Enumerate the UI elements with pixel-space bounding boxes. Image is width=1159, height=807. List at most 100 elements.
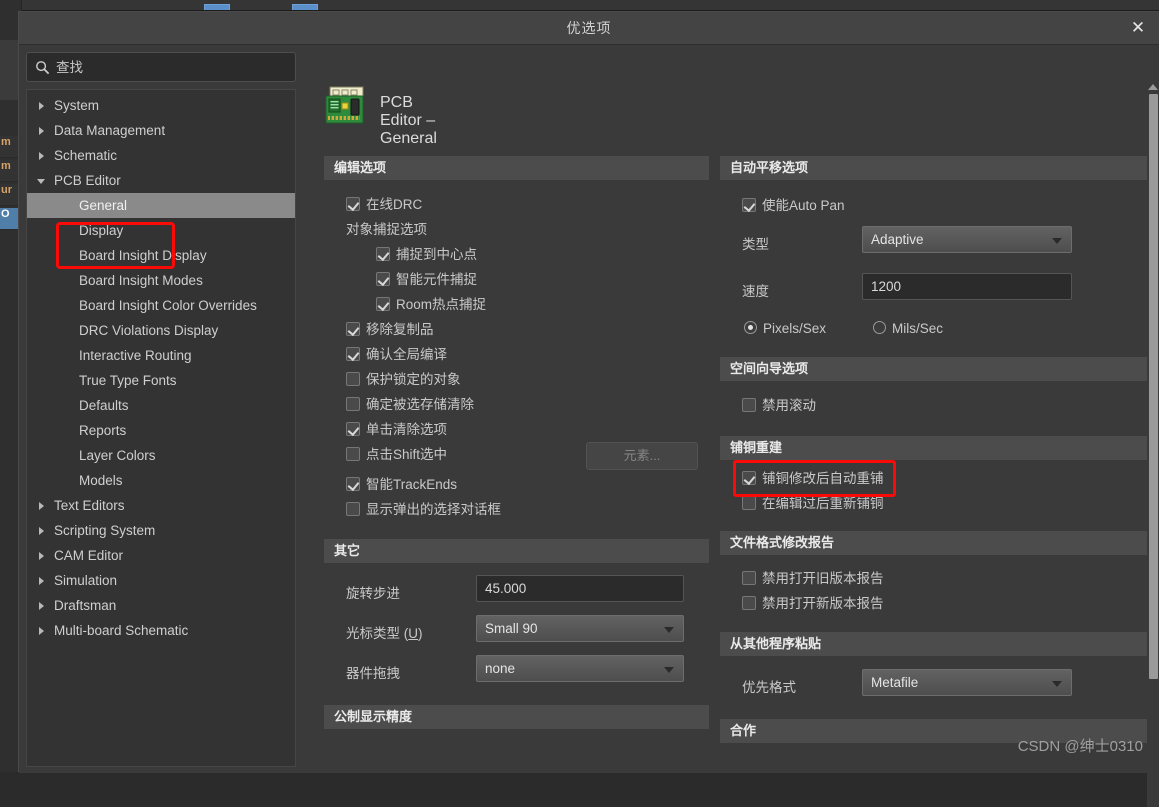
tab-indicator-1[interactable] <box>204 4 230 10</box>
click-clears-selection-checkbox[interactable] <box>346 422 360 436</box>
sidebar-item-schematic[interactable]: Schematic <box>27 143 295 168</box>
snap-smart-checkbox[interactable] <box>376 272 390 286</box>
option-confirm-selection-clear[interactable]: 确定被选存储清除 <box>324 392 709 417</box>
auto-pan-speed-input[interactable] <box>862 273 1072 300</box>
scrollbar-thumb[interactable] <box>1149 94 1158 679</box>
close-icon[interactable]: ✕ <box>1121 12 1155 45</box>
sidebar-item-models[interactable]: Models <box>27 468 295 493</box>
component-drag-combo[interactable]: none <box>476 655 684 682</box>
option-snap-room[interactable]: Room热点捕捉 <box>324 292 709 317</box>
preferred-format-value: Metafile <box>871 675 918 690</box>
option-online-drc[interactable]: 在线DRC <box>324 192 709 217</box>
option-enable-auto-pan[interactable]: 使能Auto Pan <box>720 193 1150 218</box>
mils-per-sec-label: Mils/Sec <box>892 316 943 341</box>
option-protect-locked[interactable]: 保护锁定的对象 <box>324 367 709 392</box>
option-repour-after-edit[interactable]: 铺铜修改后自动重铺 <box>720 466 1150 491</box>
sidebar-item-simulation[interactable]: Simulation <box>27 568 295 593</box>
background-list-item-selected[interactable]: O <box>0 208 18 230</box>
sidebar-item-defaults[interactable]: Defaults <box>27 393 295 418</box>
sidebar-item-label: Reports <box>79 418 126 443</box>
scroll-up-icon[interactable] <box>1148 84 1158 90</box>
sidebar-item-label: Defaults <box>79 393 129 418</box>
sidebar-item-interactive-routing[interactable]: Interactive Routing <box>27 343 295 368</box>
preferences-tree[interactable]: SystemData ManagementSchematicPCB Editor… <box>26 89 296 767</box>
chevron-right-icon[interactable] <box>39 127 44 135</box>
sidebar-item-drc-violations-display[interactable]: DRC Violations Display <box>27 318 295 343</box>
sidebar-item-text-editors[interactable]: Text Editors <box>27 493 295 518</box>
enable-auto-pan-checkbox[interactable] <box>742 198 756 212</box>
disable-new-version-report-checkbox[interactable] <box>742 596 756 610</box>
sidebar-item-label: Simulation <box>54 568 117 593</box>
option-shift-click-to-select[interactable]: 点击Shift选中 元素... <box>324 442 709 472</box>
confirm-selection-clear-checkbox[interactable] <box>346 397 360 411</box>
group-header-file-format-report: 文件格式修改报告 <box>720 531 1150 555</box>
background-list-item[interactable]: m <box>0 136 18 158</box>
sidebar-item-draftsman[interactable]: Draftsman <box>27 593 295 618</box>
chevron-right-icon[interactable] <box>39 627 44 635</box>
chevron-down-icon[interactable] <box>37 179 45 184</box>
online-drc-checkbox[interactable] <box>346 197 360 211</box>
rotation-step-input[interactable] <box>476 575 684 602</box>
protect-locked-checkbox[interactable] <box>346 372 360 386</box>
option-disable-old-version-report[interactable]: 禁用打开旧版本报告 <box>720 566 1150 591</box>
chevron-right-icon[interactable] <box>39 552 44 560</box>
option-snap-smart[interactable]: 智能元件捕捉 <box>324 267 709 292</box>
option-confirm-global-edit[interactable]: 确认全局编译 <box>324 342 709 367</box>
background-list-item[interactable]: ur <box>0 184 18 206</box>
left-column: 编辑选项 在线DRC 对象捕捉选项 捕捉到中心点 智能元件捕捉 <box>324 156 709 729</box>
tab-indicator-2[interactable] <box>292 4 318 10</box>
chevron-right-icon[interactable] <box>39 152 44 160</box>
snap-center-checkbox[interactable] <box>376 247 390 261</box>
option-click-clears-selection[interactable]: 单击清除选项 <box>324 417 709 442</box>
content-scrollbar[interactable] <box>1147 80 1159 807</box>
smart-trackends-checkbox[interactable] <box>346 477 360 491</box>
remove-duplicates-checkbox[interactable] <box>346 322 360 336</box>
primitives-button[interactable]: 元素... <box>586 442 698 470</box>
popup-select-dialog-checkbox[interactable] <box>346 502 360 516</box>
auto-pan-type-combo[interactable]: Adaptive <box>862 226 1072 253</box>
disable-old-version-report-checkbox[interactable] <box>742 571 756 585</box>
option-repour-on-edit[interactable]: 在编辑过后重新铺铜 <box>720 491 1150 516</box>
cursor-type-combo[interactable]: Small 90 <box>476 615 684 642</box>
sidebar-item-true-type-fonts[interactable]: True Type Fonts <box>27 368 295 393</box>
page-title: PCB Editor – General <box>380 94 437 148</box>
repour-on-edit-checkbox[interactable] <box>742 496 756 510</box>
sidebar-item-board-insight-modes[interactable]: Board Insight Modes <box>27 268 295 293</box>
sidebar-item-pcb-editor[interactable]: PCB Editor <box>27 168 295 193</box>
preferred-format-combo[interactable]: Metafile <box>862 669 1072 696</box>
sidebar-item-layer-colors[interactable]: Layer Colors <box>27 443 295 468</box>
shift-click-checkbox[interactable] <box>346 447 360 461</box>
mils-per-sec-radio[interactable] <box>873 321 886 334</box>
chevron-right-icon[interactable] <box>39 602 44 610</box>
sidebar-item-data-management[interactable]: Data Management <box>27 118 295 143</box>
search-input[interactable] <box>56 53 288 81</box>
sidebar-item-reports[interactable]: Reports <box>27 418 295 443</box>
confirm-global-edit-checkbox[interactable] <box>346 347 360 361</box>
component-drag-value: none <box>485 661 515 676</box>
snap-room-checkbox[interactable] <box>376 297 390 311</box>
option-snap-center[interactable]: 捕捉到中心点 <box>324 242 709 267</box>
sidebar-item-multi-board-schematic[interactable]: Multi-board Schematic <box>27 618 295 643</box>
chevron-right-icon[interactable] <box>39 527 44 535</box>
option-disable-roll[interactable]: 禁用滚动 <box>720 393 1150 418</box>
repour-after-edit-checkbox[interactable] <box>742 471 756 485</box>
option-smart-trackends[interactable]: 智能TrackEnds <box>324 472 709 497</box>
sidebar-item-label: Data Management <box>54 118 165 143</box>
option-remove-duplicates[interactable]: 移除复制品 <box>324 317 709 342</box>
sidebar-item-general[interactable]: General <box>27 193 295 218</box>
option-disable-new-version-report[interactable]: 禁用打开新版本报告 <box>720 591 1150 616</box>
pixels-per-sec-radio[interactable] <box>744 321 757 334</box>
sidebar-item-board-insight-color-overrides[interactable]: Board Insight Color Overrides <box>27 293 295 318</box>
sidebar-item-display[interactable]: Display <box>27 218 295 243</box>
chevron-right-icon[interactable] <box>39 102 44 110</box>
chevron-right-icon[interactable] <box>39 502 44 510</box>
background-list-item[interactable]: m <box>0 160 18 182</box>
search-box[interactable] <box>26 52 296 82</box>
sidebar-item-system[interactable]: System <box>27 93 295 118</box>
disable-roll-checkbox[interactable] <box>742 398 756 412</box>
option-popup-select-dialog[interactable]: 显示弹出的选择对话框 <box>324 497 709 522</box>
sidebar-item-board-insight-display[interactable]: Board Insight Display <box>27 243 295 268</box>
sidebar-item-cam-editor[interactable]: CAM Editor <box>27 543 295 568</box>
chevron-right-icon[interactable] <box>39 577 44 585</box>
sidebar-item-scripting-system[interactable]: Scripting System <box>27 518 295 543</box>
